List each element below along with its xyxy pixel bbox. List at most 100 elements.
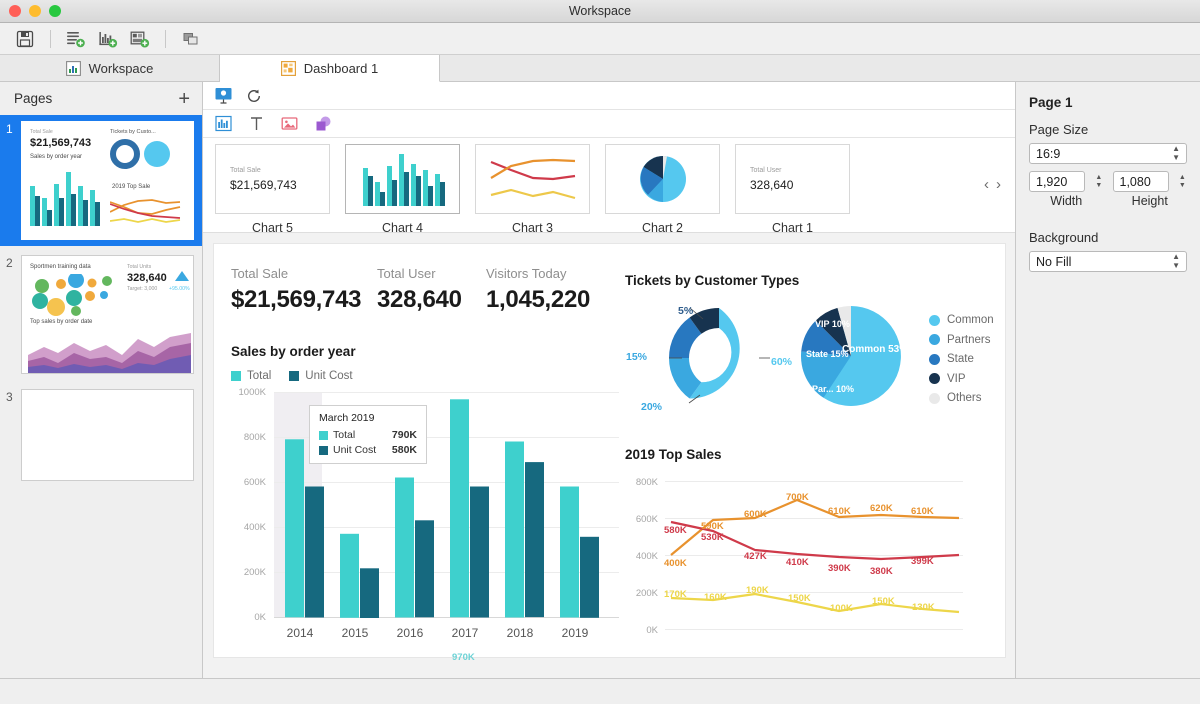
pie-legend-others[interactable]: Others	[929, 392, 994, 404]
line-label-a-5: 610K	[828, 506, 851, 517]
tooltip-row-unit-cost: Unit Cost 580K	[319, 444, 417, 456]
pie-slice-label-state: State 15%	[806, 349, 849, 359]
dataset-add-icon	[67, 31, 85, 47]
pie-legend-label-state: State	[947, 353, 974, 365]
width-label: Width	[1050, 194, 1083, 208]
save-button[interactable]	[10, 26, 40, 52]
duplicate-button[interactable]	[176, 26, 206, 52]
height-stepper[interactable]: ▲ ▼	[1178, 171, 1187, 192]
gallery-preview-chart-4[interactable]	[345, 143, 460, 214]
line-label-c-1: 170K	[664, 589, 687, 600]
tickets-donut-chart[interactable]	[654, 299, 784, 417]
insert-text-button[interactable]	[248, 115, 265, 132]
kpi-total-sale: Total Sale $21,569,743	[231, 266, 361, 314]
line-label-a-4: 700K	[786, 492, 809, 503]
line-label-b-5: 390K	[828, 563, 851, 574]
dashboard-icon	[280, 60, 296, 76]
legend-item-total[interactable]: Total	[231, 370, 271, 382]
insert-image-button[interactable]	[281, 115, 298, 132]
tab-workspace[interactable]: Workspace	[0, 55, 220, 81]
gallery-caption-chart-1: Chart 1	[772, 220, 813, 235]
gallery-prev-button[interactable]: ‹	[984, 176, 989, 193]
pie-legend-label-common: Common	[947, 314, 994, 326]
line-label-b-2: 530K	[701, 532, 724, 543]
donut-label-20pct: 20%	[641, 401, 663, 413]
gallery-item-chart-2[interactable]: Chart 2	[605, 143, 720, 235]
add-chart-button[interactable]	[93, 26, 123, 52]
height-input[interactable]: 1,080	[1112, 171, 1169, 192]
gallery-preview-chart-2[interactable]	[605, 143, 720, 214]
page-number-1: 1	[6, 122, 13, 136]
insert-shape-button[interactable]	[314, 115, 332, 132]
title-bar: Workspace	[0, 0, 1200, 23]
gallery-preview-chart-5[interactable]: Total Sale $21,569,743	[215, 143, 330, 214]
page-thumbnail-3[interactable]: 3	[0, 383, 202, 487]
gallery-item-chart-3[interactable]: Chart 3	[475, 143, 590, 235]
add-dashboard-button[interactable]	[125, 26, 155, 52]
bar-chart-legend: Total Unit Cost	[231, 370, 353, 382]
width-stepper[interactable]: ▲ ▼	[1094, 171, 1103, 192]
tab-dashboard-1-label: Dashboard 1	[303, 60, 379, 76]
bar-ytick-400k: 400K	[243, 522, 266, 533]
thumb1-total-sale-label: Total Sale	[30, 129, 53, 135]
add-dataset-button[interactable]	[61, 26, 91, 52]
background-select[interactable]: No Fill ▲ ▼	[1029, 251, 1187, 272]
line-label-b-1: 580K	[664, 525, 687, 536]
dashboard-add-icon	[130, 31, 150, 47]
line-label-c-7: 130K	[912, 602, 935, 613]
pie-legend-partners[interactable]: Partners	[929, 334, 994, 346]
dashboard-canvas[interactable]: Total Sale $21,569,743 Total User 328,64…	[213, 243, 1006, 663]
presentation-icon	[215, 88, 232, 104]
chevron-updown-icon-2: ▲ ▼	[1172, 251, 1180, 270]
pie-legend-common[interactable]: Common	[929, 314, 994, 326]
gallery-bar-chart-preview	[362, 153, 445, 206]
page-thumbnail-1[interactable]: 1 Total Sale $21,569,743 Tickets by Cust…	[0, 115, 202, 246]
gallery-item-chart-5[interactable]: Total Sale $21,569,743 Chart 5	[215, 143, 330, 235]
present-button[interactable]	[215, 87, 232, 104]
tooltip-label-total: Total	[333, 429, 356, 441]
pie-legend-vip[interactable]: VIP	[929, 373, 994, 385]
line-label-b-3: 427K	[744, 551, 767, 562]
thumb2-target-label: Target: 3,000	[127, 286, 158, 292]
line-ytick-600k: 600K	[635, 514, 658, 525]
pie-legend-dot-common	[929, 314, 940, 326]
pie-slice-label-vip: VIP 10%	[815, 319, 850, 329]
page-size-select[interactable]: 16:9 ▲ ▼	[1029, 143, 1187, 164]
pie-legend-dot-others	[929, 392, 940, 404]
pie-legend-label-others: Others	[947, 392, 982, 404]
bar-chart-tooltip: March 2019 Total 790K Unit Cost 580K	[309, 405, 427, 464]
properties-page-title: Page 1	[1029, 95, 1073, 110]
gallery-item-chart-4[interactable]: Chart 4	[345, 143, 460, 235]
kpi-visitors-today-value: 1,045,220	[486, 286, 591, 313]
gallery-caption-chart-3: Chart 3	[512, 220, 553, 235]
thumb1-bar-chart	[30, 172, 100, 226]
insert-chart-button[interactable]	[215, 115, 232, 132]
gallery-preview-chart-3[interactable]	[475, 143, 590, 214]
donut-label-60pct: 60%	[771, 356, 793, 368]
gallery-chart-1-kpi-value: 328,640	[750, 177, 794, 192]
refresh-icon	[248, 89, 260, 102]
gallery-caption-chart-4: Chart 4	[382, 220, 423, 235]
gallery-preview-chart-1[interactable]: Total User 328,640	[735, 143, 850, 214]
pie-legend-dot-state	[929, 353, 940, 365]
chart-add-icon	[99, 31, 118, 47]
tooltip-value-unit-cost: 580K	[391, 444, 417, 456]
line-label-c-6: 150K	[872, 596, 895, 607]
kpi-total-user-value: 328,640	[377, 286, 462, 313]
main-toolbar	[0, 23, 1200, 55]
gallery-item-chart-1[interactable]: Total User 328,640 Chart 1	[735, 143, 850, 235]
page-dimensions-row: 1,920 ▲ ▼ 1,080 ▲ ▼	[1029, 171, 1187, 192]
line-label-a-7: 610K	[911, 506, 934, 517]
tab-dashboard-1[interactable]: Dashboard 1	[220, 55, 440, 82]
page-thumbnail-2[interactable]: 2 Sportmen training data Total Units 328…	[0, 249, 202, 380]
pie-legend-state[interactable]: State	[929, 353, 994, 365]
line-label-b-7: 399K	[911, 556, 934, 567]
refresh-button[interactable]	[246, 88, 262, 104]
legend-item-unit-cost[interactable]: Unit Cost	[289, 370, 353, 382]
add-page-button[interactable]: +	[178, 89, 190, 109]
line-label-a-3: 600K	[744, 509, 767, 520]
application-window: Workspace Workspace Dashboard 1 Pages + …	[0, 0, 1200, 704]
bar-value-total-2017: 970K	[452, 652, 475, 663]
width-input[interactable]: 1,920	[1029, 171, 1086, 192]
gallery-next-button[interactable]: ›	[996, 176, 1001, 193]
